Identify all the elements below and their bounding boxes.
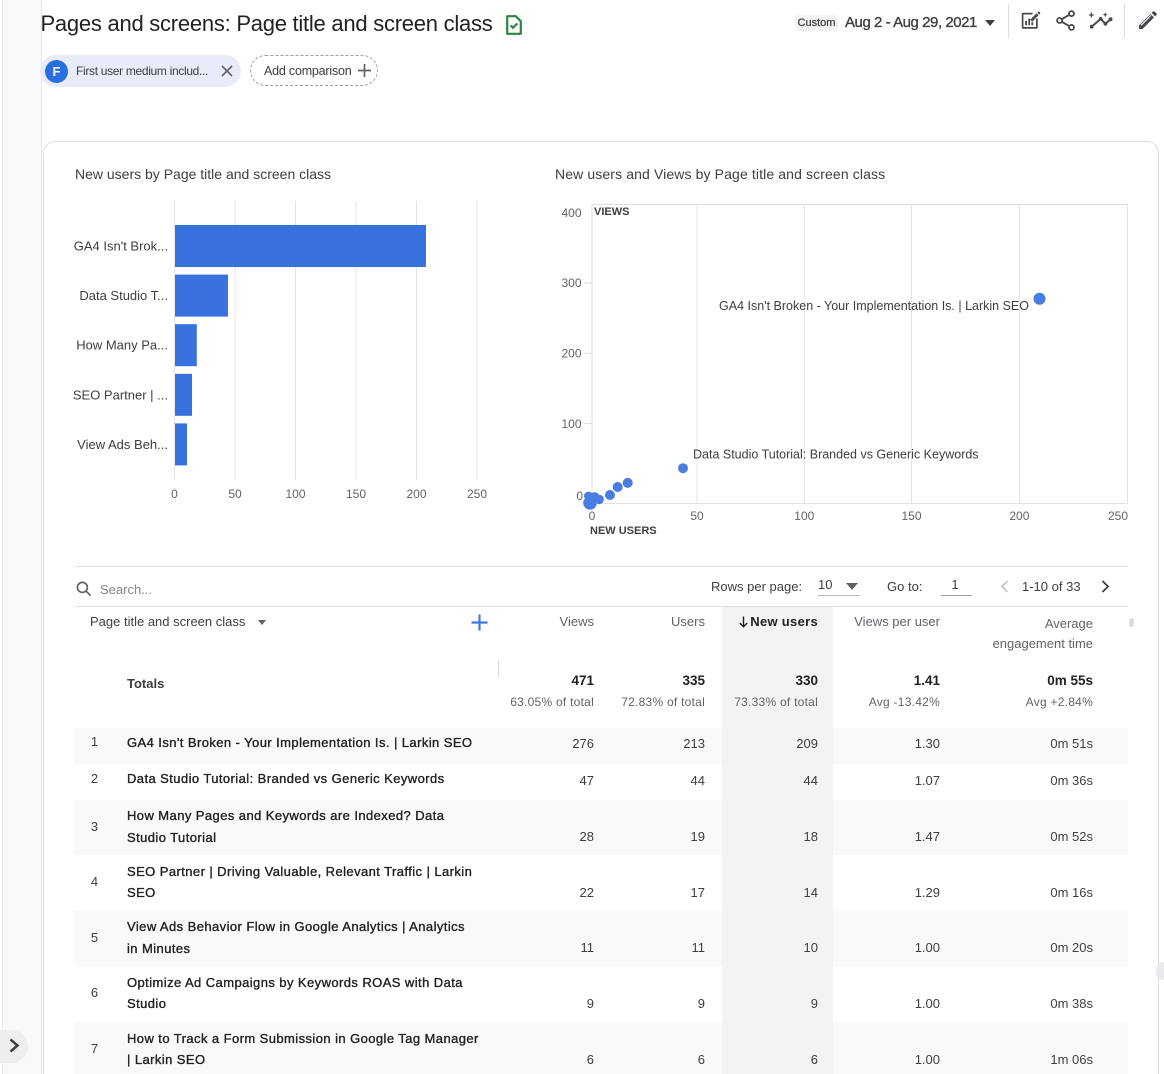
svg-text:150: 150	[901, 509, 921, 523]
svg-text:250: 250	[467, 487, 487, 501]
svg-text:50: 50	[228, 487, 242, 501]
svg-text:NEW USERS: NEW USERS	[590, 525, 657, 537]
svg-text:0: 0	[576, 489, 583, 503]
svg-text:0: 0	[589, 509, 596, 523]
svg-text:250: 250	[1108, 509, 1128, 523]
svg-text:300: 300	[561, 276, 581, 290]
svg-text:150: 150	[346, 487, 366, 501]
svg-text:200: 200	[406, 487, 426, 501]
svg-text:0: 0	[171, 487, 178, 501]
svg-text:VIEWS: VIEWS	[594, 206, 629, 218]
svg-text:400: 400	[561, 206, 581, 220]
svg-text:SEO Partner | ...: SEO Partner | ...	[73, 387, 168, 402]
svg-text:200: 200	[1009, 509, 1029, 523]
svg-text:200: 200	[561, 347, 581, 361]
svg-text:50: 50	[690, 509, 704, 523]
svg-text:100: 100	[794, 509, 814, 523]
svg-text:100: 100	[561, 417, 581, 431]
svg-text:Data Studio T...: Data Studio T...	[79, 288, 168, 303]
svg-text:How Many Pa...: How Many Pa...	[76, 338, 168, 353]
svg-text:100: 100	[285, 487, 305, 501]
svg-text:GA4 Isn't Broken - Your Implem: GA4 Isn't Broken - Your Implementation I…	[719, 299, 1029, 313]
svg-text:Data Studio Tutorial: Branded: Data Studio Tutorial: Branded vs Generic…	[693, 448, 979, 462]
svg-text:GA4 Isn't Brok...: GA4 Isn't Brok...	[74, 239, 168, 254]
svg-text:View Ads Beh...: View Ads Beh...	[77, 437, 168, 452]
